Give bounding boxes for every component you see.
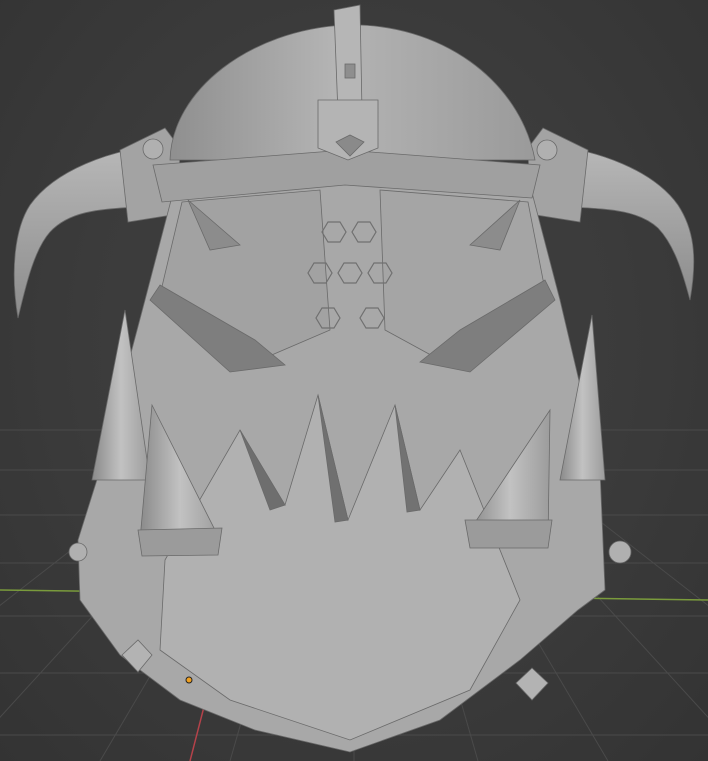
crest-slot xyxy=(344,63,356,79)
crest xyxy=(333,4,363,115)
right-spike-collar xyxy=(464,519,553,549)
viewport-canvas xyxy=(0,4,708,761)
left-horn-rivet xyxy=(142,138,164,160)
right-horn-rivet xyxy=(536,139,558,161)
3d-viewport[interactable] xyxy=(0,0,708,761)
object-origin[interactable] xyxy=(185,676,193,684)
right-side-rivet xyxy=(608,540,632,564)
helmet-mesh[interactable] xyxy=(13,4,695,753)
left-spike-collar xyxy=(137,527,223,557)
left-side-rivet xyxy=(68,542,88,562)
